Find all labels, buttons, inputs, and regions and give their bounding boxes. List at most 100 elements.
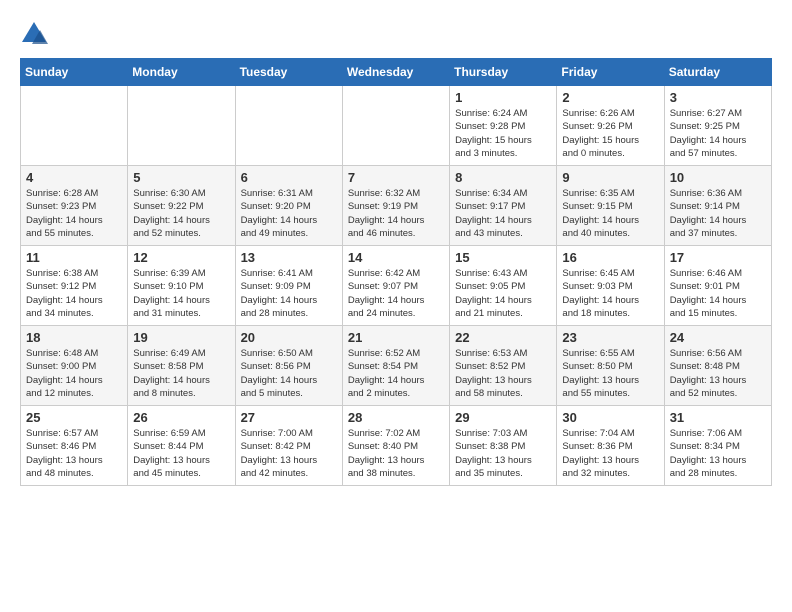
day-number: 16 — [562, 250, 658, 265]
day-info: Sunrise: 6:48 AM Sunset: 9:00 PM Dayligh… — [26, 347, 122, 400]
day-info: Sunrise: 6:30 AM Sunset: 9:22 PM Dayligh… — [133, 187, 229, 240]
day-number: 3 — [670, 90, 766, 105]
calendar-cell — [235, 86, 342, 166]
day-number: 25 — [26, 410, 122, 425]
calendar-cell: 11 Sunrise: 6:38 AM Sunset: 9:12 PM Dayli… — [21, 246, 128, 326]
calendar-cell: 19Sunrise: 6:49 AM Sunset: 8:58 PM Dayli… — [128, 326, 235, 406]
day-number: 2 — [562, 90, 658, 105]
day-info: Sunrise: 6:56 AM Sunset: 8:48 PM Dayligh… — [670, 347, 766, 400]
calendar-cell: 5 Sunrise: 6:30 AM Sunset: 9:22 PM Daylig… — [128, 166, 235, 246]
calendar-cell: 17 Sunrise: 6:46 AM Sunset: 9:01 PM Dayli… — [664, 246, 771, 326]
calendar-cell: 3 Sunrise: 6:27 AM Sunset: 9:25 PM Daylig… — [664, 86, 771, 166]
day-number: 18 — [26, 330, 122, 345]
calendar-cell — [128, 86, 235, 166]
calendar-cell: 2 Sunrise: 6:26 AM Sunset: 9:26 PM Daylig… — [557, 86, 664, 166]
day-number: 4 — [26, 170, 122, 185]
day-number: 6 — [241, 170, 337, 185]
day-number: 9 — [562, 170, 658, 185]
day-number: 29 — [455, 410, 551, 425]
calendar-cell: 29 Sunrise: 7:03 AM Sunset: 8:38 PM Dayli… — [450, 406, 557, 486]
day-number: 11 — [26, 250, 122, 265]
day-number: 22 — [455, 330, 551, 345]
day-of-week-header: Monday — [128, 59, 235, 86]
day-info: Sunrise: 6:36 AM Sunset: 9:14 PM Dayligh… — [670, 187, 766, 240]
calendar-cell: 23 Sunrise: 6:55 AM Sunset: 8:50 PM Dayli… — [557, 326, 664, 406]
logo — [20, 20, 52, 48]
day-number: 23 — [562, 330, 658, 345]
day-of-week-header: Tuesday — [235, 59, 342, 86]
day-number: 31 — [670, 410, 766, 425]
calendar-cell: 6 Sunrise: 6:31 AM Sunset: 9:20 PM Daylig… — [235, 166, 342, 246]
calendar-cell: 28Sunrise: 7:02 AM Sunset: 8:40 PM Dayli… — [342, 406, 449, 486]
calendar-header-row: SundayMondayTuesdayWednesdayThursdayFrid… — [21, 59, 772, 86]
calendar-cell: 27 Sunrise: 7:00 AM Sunset: 8:42 PM Dayli… — [235, 406, 342, 486]
day-of-week-header: Thursday — [450, 59, 557, 86]
calendar-week-row: 4 Sunrise: 6:28 AM Sunset: 9:23 PM Daylig… — [21, 166, 772, 246]
day-info: Sunrise: 7:06 AM Sunset: 8:34 PM Dayligh… — [670, 427, 766, 480]
day-info: Sunrise: 7:03 AM Sunset: 8:38 PM Dayligh… — [455, 427, 551, 480]
day-of-week-header: Wednesday — [342, 59, 449, 86]
calendar-week-row: 11 Sunrise: 6:38 AM Sunset: 9:12 PM Dayli… — [21, 246, 772, 326]
day-info: Sunrise: 6:34 AM Sunset: 9:17 PM Dayligh… — [455, 187, 551, 240]
day-info: Sunrise: 6:31 AM Sunset: 9:20 PM Dayligh… — [241, 187, 337, 240]
day-number: 28 — [348, 410, 444, 425]
day-number: 14 — [348, 250, 444, 265]
day-number: 5 — [133, 170, 229, 185]
day-info: Sunrise: 6:55 AM Sunset: 8:50 PM Dayligh… — [562, 347, 658, 400]
day-info: Sunrise: 6:38 AM Sunset: 9:12 PM Dayligh… — [26, 267, 122, 320]
calendar-cell: 16Sunrise: 6:45 AM Sunset: 9:03 PM Dayli… — [557, 246, 664, 326]
day-number: 24 — [670, 330, 766, 345]
day-number: 17 — [670, 250, 766, 265]
day-info: Sunrise: 7:04 AM Sunset: 8:36 PM Dayligh… — [562, 427, 658, 480]
page-header — [20, 20, 772, 48]
day-number: 26 — [133, 410, 229, 425]
calendar-cell: 30 Sunrise: 7:04 AM Sunset: 8:36 PM Dayli… — [557, 406, 664, 486]
day-info: Sunrise: 6:50 AM Sunset: 8:56 PM Dayligh… — [241, 347, 337, 400]
calendar-cell: 13Sunrise: 6:41 AM Sunset: 9:09 PM Dayli… — [235, 246, 342, 326]
day-info: Sunrise: 6:59 AM Sunset: 8:44 PM Dayligh… — [133, 427, 229, 480]
day-info: Sunrise: 6:39 AM Sunset: 9:10 PM Dayligh… — [133, 267, 229, 320]
day-info: Sunrise: 6:32 AM Sunset: 9:19 PM Dayligh… — [348, 187, 444, 240]
calendar-cell: 26 Sunrise: 6:59 AM Sunset: 8:44 PM Dayli… — [128, 406, 235, 486]
calendar-week-row: 1 Sunrise: 6:24 AM Sunset: 9:28 PM Daylig… — [21, 86, 772, 166]
calendar-cell: 1 Sunrise: 6:24 AM Sunset: 9:28 PM Daylig… — [450, 86, 557, 166]
day-info: Sunrise: 6:28 AM Sunset: 9:23 PM Dayligh… — [26, 187, 122, 240]
day-number: 7 — [348, 170, 444, 185]
day-of-week-header: Friday — [557, 59, 664, 86]
day-info: Sunrise: 6:26 AM Sunset: 9:26 PM Dayligh… — [562, 107, 658, 160]
day-info: Sunrise: 6:43 AM Sunset: 9:05 PM Dayligh… — [455, 267, 551, 320]
day-info: Sunrise: 6:52 AM Sunset: 8:54 PM Dayligh… — [348, 347, 444, 400]
day-number: 27 — [241, 410, 337, 425]
calendar-cell: 21 Sunrise: 6:52 AM Sunset: 8:54 PM Dayli… — [342, 326, 449, 406]
day-of-week-header: Sunday — [21, 59, 128, 86]
calendar-cell: 22Sunrise: 6:53 AM Sunset: 8:52 PM Dayli… — [450, 326, 557, 406]
day-number: 21 — [348, 330, 444, 345]
day-info: Sunrise: 6:46 AM Sunset: 9:01 PM Dayligh… — [670, 267, 766, 320]
day-number: 20 — [241, 330, 337, 345]
day-number: 30 — [562, 410, 658, 425]
day-info: Sunrise: 6:27 AM Sunset: 9:25 PM Dayligh… — [670, 107, 766, 160]
calendar-cell: 10Sunrise: 6:36 AM Sunset: 9:14 PM Dayli… — [664, 166, 771, 246]
day-of-week-header: Saturday — [664, 59, 771, 86]
calendar-cell — [342, 86, 449, 166]
day-info: Sunrise: 7:00 AM Sunset: 8:42 PM Dayligh… — [241, 427, 337, 480]
calendar-cell: 12Sunrise: 6:39 AM Sunset: 9:10 PM Dayli… — [128, 246, 235, 326]
logo-icon — [20, 20, 48, 48]
calendar-table: SundayMondayTuesdayWednesdayThursdayFrid… — [20, 58, 772, 486]
day-info: Sunrise: 6:24 AM Sunset: 9:28 PM Dayligh… — [455, 107, 551, 160]
day-info: Sunrise: 6:42 AM Sunset: 9:07 PM Dayligh… — [348, 267, 444, 320]
calendar-cell — [21, 86, 128, 166]
day-info: Sunrise: 6:35 AM Sunset: 9:15 PM Dayligh… — [562, 187, 658, 240]
calendar-cell: 20 Sunrise: 6:50 AM Sunset: 8:56 PM Dayli… — [235, 326, 342, 406]
calendar-week-row: 25 Sunrise: 6:57 AM Sunset: 8:46 PM Dayli… — [21, 406, 772, 486]
day-info: Sunrise: 6:57 AM Sunset: 8:46 PM Dayligh… — [26, 427, 122, 480]
calendar-cell: 31 Sunrise: 7:06 AM Sunset: 8:34 PM Dayli… — [664, 406, 771, 486]
calendar-cell: 14 Sunrise: 6:42 AM Sunset: 9:07 PM Dayli… — [342, 246, 449, 326]
day-number: 13 — [241, 250, 337, 265]
day-number: 8 — [455, 170, 551, 185]
calendar-cell: 9 Sunrise: 6:35 AM Sunset: 9:15 PM Daylig… — [557, 166, 664, 246]
calendar-week-row: 18 Sunrise: 6:48 AM Sunset: 9:00 PM Dayli… — [21, 326, 772, 406]
calendar-cell: 18 Sunrise: 6:48 AM Sunset: 9:00 PM Dayli… — [21, 326, 128, 406]
day-number: 1 — [455, 90, 551, 105]
calendar-cell: 24 Sunrise: 6:56 AM Sunset: 8:48 PM Dayli… — [664, 326, 771, 406]
